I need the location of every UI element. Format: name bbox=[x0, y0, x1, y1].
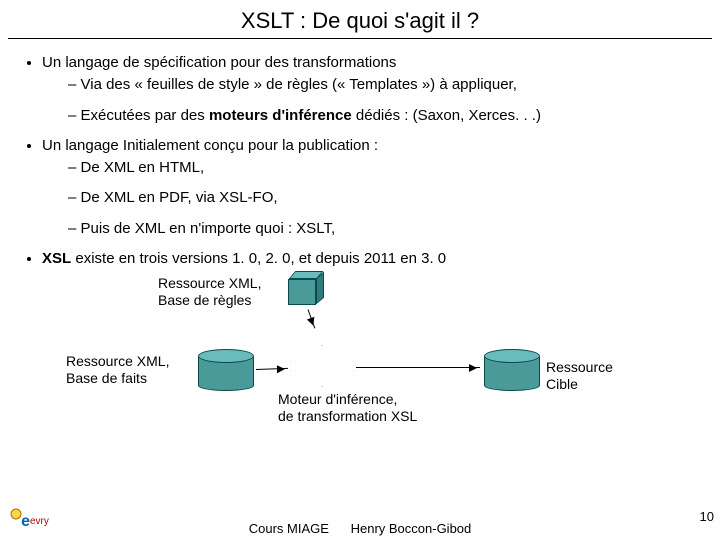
arrow-engine-to-target bbox=[356, 367, 480, 368]
engine-starburst-icon bbox=[290, 345, 354, 387]
bullet-3: XSL existe en trois versions 1. 0, 2. 0,… bbox=[42, 249, 702, 269]
arrow-rules-to-engine bbox=[308, 309, 316, 328]
rules-box-icon bbox=[288, 273, 322, 303]
arrow-facts-to-engine bbox=[256, 368, 288, 370]
bullet-2-1: De XML en HTML, bbox=[68, 158, 702, 178]
slide-body: Un langage de spécification pour des tra… bbox=[0, 53, 720, 423]
bullet-2-3: Puis de XML en n'importe quoi : XSLT, bbox=[68, 219, 702, 239]
bullet-2-2: De XML en PDF, via XSL-FO, bbox=[68, 188, 702, 208]
target-cylinder-icon bbox=[484, 349, 540, 393]
slide-footer: Cours MIAGE Henry Boccon-Gibod bbox=[0, 521, 720, 536]
engine-label: Moteur d'inférence, de transformation XS… bbox=[278, 391, 417, 425]
bullet-2: Un langage Initialement conçu pour la pu… bbox=[42, 136, 702, 239]
bullet-2-text: Un langage Initialement conçu pour la pu… bbox=[42, 137, 378, 154]
diagram: Ressource XML, Base de règles Ressource … bbox=[98, 273, 642, 423]
slide-title: XSLT : De quoi s'agit il ? bbox=[8, 0, 712, 39]
target-label: Ressource Cible bbox=[546, 359, 642, 393]
bullet-1-2: Exécutées par des moteurs d'inférence dé… bbox=[68, 106, 702, 126]
author-name: Henry Boccon-Gibod bbox=[351, 521, 472, 536]
course-name: Cours MIAGE bbox=[249, 521, 329, 536]
bold-inference-engines: moteurs d'inférence bbox=[209, 107, 352, 124]
page-number: 10 bbox=[700, 509, 714, 524]
bullet-1: Un langage de spécification pour des tra… bbox=[42, 53, 702, 126]
facts-cylinder-icon bbox=[198, 349, 254, 393]
bullet-1-text: Un langage de spécification pour des tra… bbox=[42, 54, 396, 71]
bullet-1-1: Via des « feuilles de style » de règles … bbox=[68, 75, 702, 95]
facts-label: Ressource XML, Base de faits bbox=[66, 353, 169, 387]
rules-label: Ressource XML, Base de règles bbox=[158, 275, 261, 309]
